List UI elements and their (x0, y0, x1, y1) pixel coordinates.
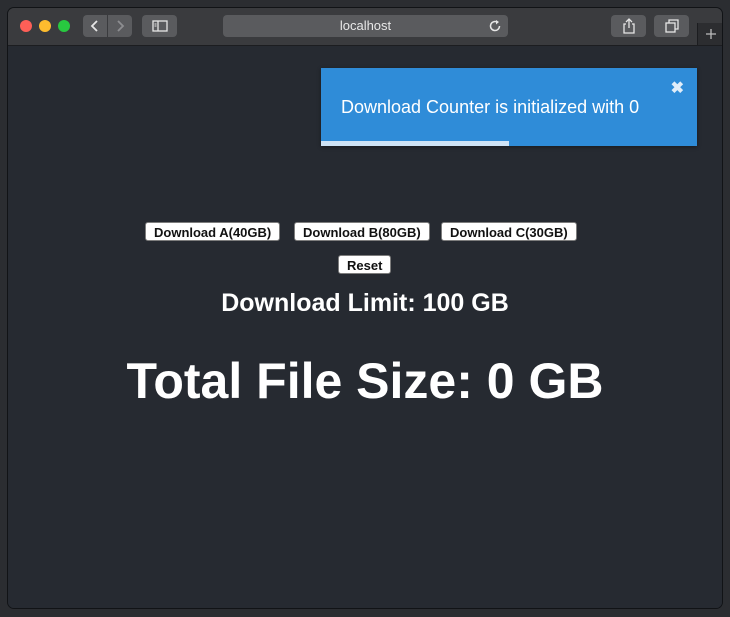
toast-progress-bar (321, 141, 509, 146)
browser-window: localhost Download Counter is initialize… (8, 8, 722, 608)
reset-row: Reset (8, 255, 722, 277)
sidebar-toggle-button[interactable] (142, 15, 177, 37)
chevron-left-icon (90, 20, 98, 32)
new-tab-button[interactable] (697, 23, 722, 45)
total-file-size-heading: Total File Size: 0 GB (126, 353, 604, 409)
maximize-window-button[interactable] (58, 20, 70, 32)
chevron-right-icon (117, 20, 125, 32)
reset-button[interactable]: Reset (338, 255, 392, 274)
download-buttons: Download A(40GB) Download B(80GB) Downlo… (8, 222, 722, 244)
share-icon (622, 18, 635, 34)
download-a-button[interactable]: Download A(40GB) (145, 222, 281, 241)
history-nav (83, 15, 132, 37)
download-limit-heading: Download Limit: 100 GB (221, 289, 509, 317)
tabs-icon (664, 19, 679, 33)
address-text: localhost (339, 18, 392, 33)
download-c-button[interactable]: Download C(30GB) (441, 222, 577, 241)
toast-message: Download Counter is initialized with 0 (341, 97, 640, 117)
share-button[interactable] (611, 15, 646, 37)
minimize-window-button[interactable] (39, 20, 51, 32)
close-icon[interactable]: ✖ (671, 81, 684, 97)
download-b-button[interactable]: Download B(80GB) (294, 222, 430, 241)
forward-button[interactable] (107, 15, 132, 37)
browser-toolbar: localhost (8, 8, 722, 46)
tab-overview-button[interactable] (654, 15, 689, 37)
close-window-button[interactable] (20, 20, 32, 32)
toast-progress-track (321, 141, 697, 146)
reload-icon[interactable] (488, 19, 502, 33)
sidebar-icon (151, 20, 168, 32)
back-button[interactable] (83, 15, 107, 37)
page-content: Download Counter is initialized with 0 ✖… (8, 46, 722, 608)
address-bar[interactable]: localhost (223, 15, 508, 37)
plus-icon (705, 29, 716, 39)
toast-notification[interactable]: Download Counter is initialized with 0 ✖ (321, 68, 697, 146)
